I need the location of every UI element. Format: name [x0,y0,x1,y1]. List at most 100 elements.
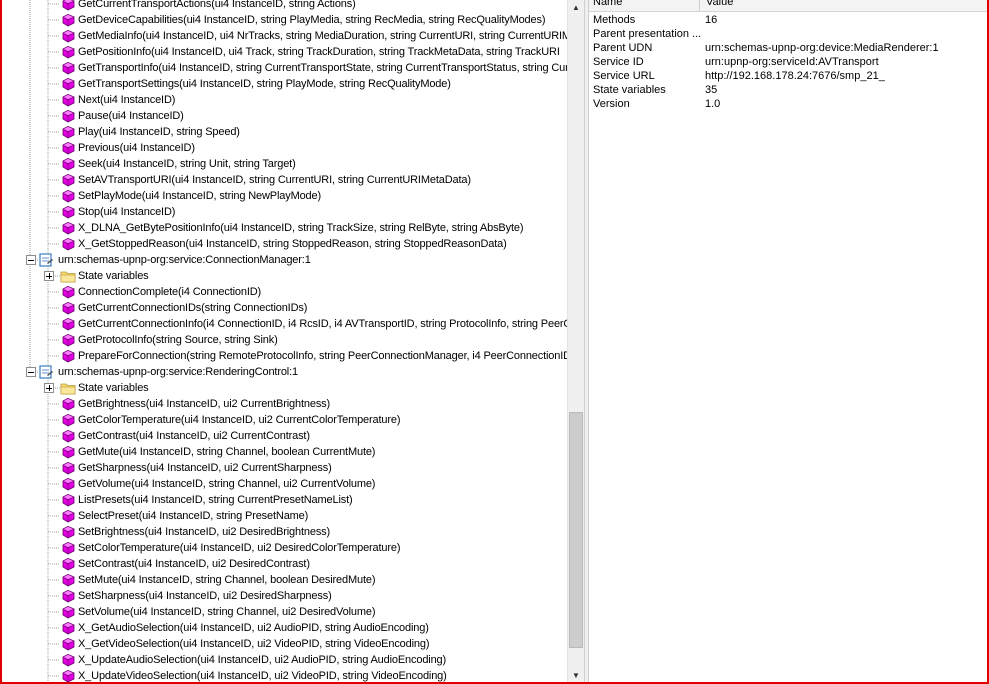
scroll-down-arrow-icon[interactable]: ▼ [568,668,584,682]
property-value: 35 [705,84,718,96]
method-cube-icon [60,141,76,155]
collapse-minus-icon[interactable] [26,255,36,265]
tree-item-label: ListPresets(ui4 InstanceID, string Curre… [78,494,353,506]
tree-item-label: SetPlayMode(ui4 InstanceID, string NewPl… [78,190,322,202]
tree-item-label: SetSharpness(ui4 InstanceID, ui2 Desired… [78,590,332,602]
tree-item-label: GetMediaInfo(ui4 InstanceID, ui4 NrTrack… [78,30,567,42]
method-cube-icon [60,605,76,619]
property-name: Methods [593,14,636,26]
expand-plus-icon[interactable] [44,383,54,393]
method-cube-icon [60,541,76,555]
method-cube-icon [60,189,76,203]
tree-item-label: SetContrast(ui4 InstanceID, ui2 DesiredC… [78,558,310,570]
service-tree[interactable]: GetCurrentTransportActions(ui4 InstanceI… [2,0,567,682]
method-cube-icon [60,397,76,411]
method-cube-icon [60,13,76,27]
column-header-value[interactable]: Value [706,0,733,9]
method-cube-icon [60,29,76,43]
service-document-icon [38,253,54,267]
properties-header: Name Value [589,0,987,12]
property-name: Service ID [593,56,644,68]
property-name: Version [593,98,630,110]
tree-item-label: GetVolume(ui4 InstanceID, string Channel… [78,478,376,490]
method-cube-icon [60,493,76,507]
tree-item-label: State variables [78,382,149,394]
method-cube-icon [60,317,76,331]
tree-item-label: SetMute(ui4 InstanceID, string Channel, … [78,574,376,586]
tree-item-label: SetBrightness(ui4 InstanceID, ui2 Desire… [78,526,331,538]
tree-item-label: SetColorTemperature(ui4 InstanceID, ui2 … [78,542,401,554]
method-cube-icon [60,461,76,475]
tree-item-label: Previous(ui4 InstanceID) [78,142,195,154]
tree-item-label: Next(ui4 InstanceID) [78,94,176,106]
tree-item-label: GetDeviceCapabilities(ui4 InstanceID, st… [78,14,546,26]
method-cube-icon [60,45,76,59]
tree-item-label: GetTransportInfo(ui4 InstanceID, string … [78,62,567,74]
property-row[interactable]: Methods 16 [589,13,987,27]
tree-item-label: State variables [78,270,149,282]
tree-item-label: PrepareForConnection(string RemoteProtoc… [78,350,567,362]
method-cube-icon [60,477,76,491]
tree-item-label: GetCurrentConnectionIDs(string Connectio… [78,302,308,314]
tree-item-label: GetBrightness(ui4 InstanceID, ui2 Curren… [78,398,331,410]
property-row[interactable]: Service ID urn:upnp-org:serviceId:AVTrans… [589,55,987,69]
column-divider[interactable] [699,0,700,11]
method-cube-icon [60,429,76,443]
scroll-up-arrow-icon[interactable]: ▲ [568,0,584,14]
method-cube-icon [60,637,76,651]
tree-item-label: X_UpdateAudioSelection(ui4 InstanceID, u… [78,654,447,666]
property-value: 1.0 [705,98,721,110]
folder-icon [60,381,76,395]
property-row[interactable]: Version 1.0 [589,97,987,111]
method-cube-icon [60,157,76,171]
method-cube-icon [60,349,76,363]
property-row[interactable]: Parent presentation ... [589,27,987,41]
tree-item-label: X_GetStoppedReason(ui4 InstanceID, strin… [78,238,507,250]
method-cube-icon [60,333,76,347]
tree-item-label: GetTransportSettings(ui4 InstanceID, str… [78,78,451,90]
method-cube-icon [60,445,76,459]
properties-panel: Name Value Methods 16 Parent presentation … [589,0,987,682]
property-value: http://192.168.178.24:7676/smp_21_ [705,70,885,82]
method-cube-icon [60,413,76,427]
property-row[interactable]: Parent UDN urn:schemas-upnp-org:device:Me… [589,41,987,55]
method-cube-icon [60,205,76,219]
scrollbar-thumb[interactable] [569,412,583,648]
tree-item-label: GetCurrentTransportActions(ui4 InstanceI… [78,0,356,10]
property-name: Parent presentation ... [593,28,702,40]
column-header-name[interactable]: Name [593,0,622,9]
property-name: State variables [593,84,666,96]
method-cube-icon [60,237,76,251]
property-row[interactable]: State variables 35 [589,83,987,97]
property-value: urn:upnp-org:serviceId:AVTransport [705,56,879,68]
service-document-icon [38,365,54,379]
tree-item-label: SelectPreset(ui4 InstanceID, string Pres… [78,510,309,522]
tree-item-label: GetProtocolInfo(string Source, string Si… [78,334,278,346]
tree-item-label: SetVolume(ui4 InstanceID, string Channel… [78,606,376,618]
tree-item-label: X_GetAudioSelection(ui4 InstanceID, ui2 … [78,622,429,634]
method-cube-icon [60,301,76,315]
collapse-minus-icon[interactable] [26,367,36,377]
property-name: Service URL [593,70,655,82]
tree-item-label: GetColorTemperature(ui4 InstanceID, ui2 … [78,414,401,426]
folder-icon [60,269,76,283]
expand-plus-icon[interactable] [44,271,54,281]
method-cube-icon [60,621,76,635]
method-cube-icon [60,509,76,523]
method-cube-icon [60,589,76,603]
tree-item-label: Seek(ui4 InstanceID, string Unit, string… [78,158,296,170]
tree-item-label: Stop(ui4 InstanceID) [78,206,176,218]
method-cube-icon [60,0,76,11]
method-cube-icon [60,77,76,91]
method-cube-icon [60,125,76,139]
property-row[interactable]: Service URL http://192.168.178.24:7676/sm… [589,69,987,83]
method-cube-icon [60,109,76,123]
tree-vertical-scrollbar[interactable]: ▲ ▼ [567,0,584,682]
method-cube-icon [60,653,76,667]
tree-item-label: GetMute(ui4 InstanceID, string Channel, … [78,446,376,458]
tree-item-label: ConnectionComplete(i4 ConnectionID) [78,286,262,298]
tree-item-label: GetCurrentConnectionInfo(i4 ConnectionID… [78,318,567,330]
tree-item-label: SetAVTransportURI(ui4 InstanceID, string… [78,174,471,186]
method-cube-icon [60,285,76,299]
property-name: Parent UDN [593,42,653,54]
